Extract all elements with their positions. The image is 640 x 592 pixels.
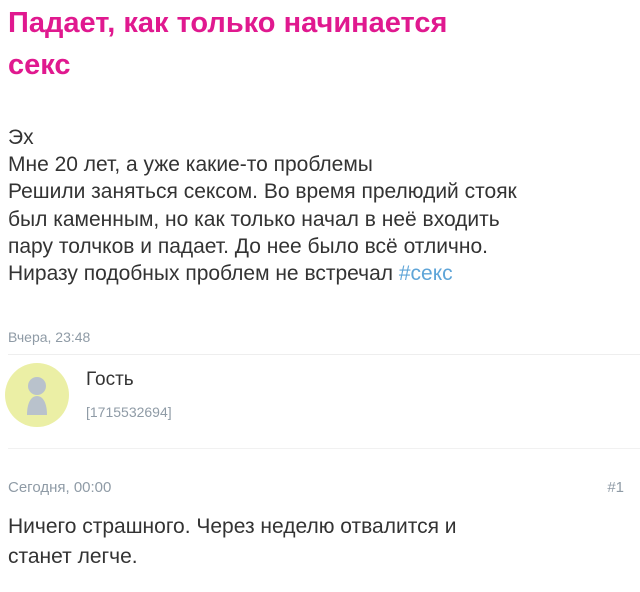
- post-body-line: Решили заняться сексом. Во время прелюди…: [8, 180, 517, 204]
- post-body-line-text: Ниразу подобных проблем не встречал: [8, 262, 399, 286]
- hashtag-link[interactable]: #секс: [399, 262, 453, 285]
- post-body-line: был каменным, но как только начал в неё …: [8, 207, 500, 231]
- divider: [8, 448, 640, 449]
- post-body-line: Эх: [8, 126, 34, 149]
- post-title-line: секс: [8, 49, 71, 81]
- avatar[interactable]: [5, 363, 69, 427]
- comment-text: Ничего страшного. Через неделю отвалится…: [8, 512, 628, 572]
- comment-text-line: станет легче.: [8, 545, 138, 568]
- author-name[interactable]: Гость: [86, 369, 134, 391]
- divider: [8, 354, 640, 355]
- post-body: Эх Мне 20 лет, а уже какие-то проблемы Р…: [8, 124, 633, 287]
- post-body-line-last: Ниразу подобных проблем не встречал #сек…: [8, 260, 633, 287]
- post-body-line: Мне 20 лет, а уже какие-то проблемы: [8, 153, 373, 177]
- user-silhouette-icon: [27, 377, 47, 415]
- author-id: [1715532694]: [86, 404, 172, 420]
- post-body-line: пару толчков и падает. До нее было всё о…: [8, 234, 488, 258]
- post-timestamp: Вчера, 23:48: [8, 329, 91, 345]
- comment-timestamp: Сегодня, 00:00: [8, 479, 112, 496]
- comment-number-link[interactable]: #1: [607, 479, 624, 496]
- post-title: Падает, как только начинается секс: [8, 2, 628, 86]
- post-title-line: Падает, как только начинается: [8, 7, 448, 39]
- comment-text-line: Ничего страшного. Через неделю отвалится…: [8, 515, 457, 538]
